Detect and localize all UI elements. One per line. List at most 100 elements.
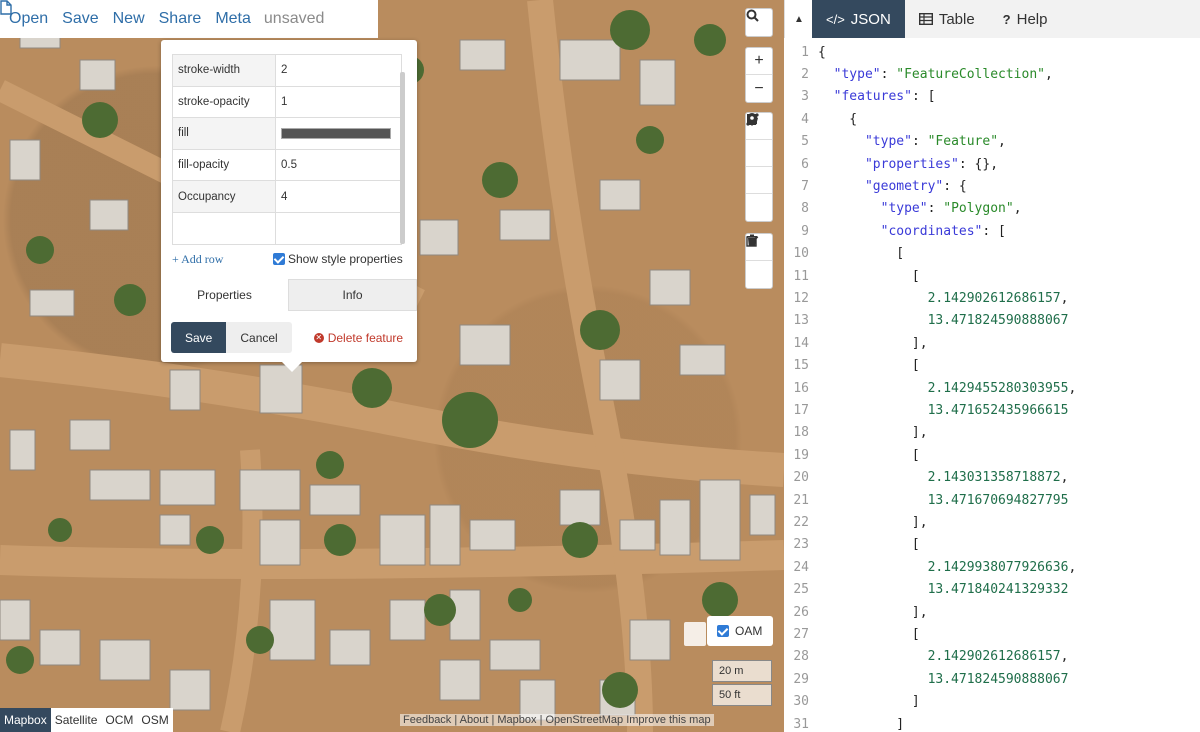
checkbox-icon[interactable]	[717, 625, 729, 637]
delete-feature-button[interactable]: ✕ Delete feature	[313, 331, 403, 345]
code-line[interactable]: 6 "properties": {},	[784, 153, 1200, 175]
zoom-out-button[interactable]: −	[746, 75, 772, 102]
code-text[interactable]: ],	[809, 515, 928, 530]
code-text[interactable]: ],	[809, 425, 928, 440]
code-line[interactable]: 23 [	[784, 534, 1200, 556]
basemap-mapbox[interactable]: Mapbox	[0, 708, 51, 732]
json-editor[interactable]: 1{2 "type": "FeatureCollection", 3 "featu…	[784, 38, 1200, 732]
code-text[interactable]: [	[809, 246, 904, 261]
code-line[interactable]: 2 "type": "FeatureCollection",	[784, 63, 1200, 85]
property-key[interactable]: stroke-width	[172, 54, 276, 87]
code-line[interactable]: 12 2.142902612686157,	[784, 287, 1200, 309]
code-line[interactable]: 4 {	[784, 108, 1200, 130]
code-line[interactable]: 19 [	[784, 444, 1200, 466]
code-text[interactable]: "features": [	[809, 89, 936, 104]
code-line[interactable]: 7 "geometry": {	[784, 175, 1200, 197]
code-text[interactable]: [	[809, 269, 920, 284]
code-text[interactable]: 2.1429938077926636,	[809, 560, 1077, 575]
save-feature-button[interactable]: Save	[171, 322, 227, 353]
code-text[interactable]: 13.471652435966615	[809, 403, 1069, 418]
show-style-checkbox[interactable]: Show style properties	[273, 252, 403, 266]
code-line[interactable]: 9 "coordinates": [	[784, 220, 1200, 242]
code-line[interactable]: 5 "type": "Feature",	[784, 131, 1200, 153]
code-line[interactable]: 14 ],	[784, 332, 1200, 354]
code-line[interactable]: 10 [	[784, 243, 1200, 265]
code-line[interactable]: 21 13.471670694827795	[784, 489, 1200, 511]
properties-scrollbar[interactable]	[400, 72, 405, 244]
save-button[interactable]: Save	[55, 0, 105, 38]
code-text[interactable]: 2.142902612686157,	[809, 649, 1069, 664]
tab-properties[interactable]: Properties	[161, 279, 288, 311]
code-text[interactable]: "type": "Polygon",	[809, 201, 1022, 216]
code-text[interactable]: {	[809, 45, 826, 60]
code-line[interactable]: 31 ]	[784, 713, 1200, 732]
property-value[interactable]	[275, 211, 402, 245]
checkbox-icon[interactable]	[273, 253, 285, 265]
map-canvas[interactable]: Open Save New Share Meta unsaved + − str…	[0, 0, 784, 732]
code-line[interactable]: 20 2.143031358718872,	[784, 467, 1200, 489]
code-line[interactable]: 3 "features": [	[784, 86, 1200, 108]
code-text[interactable]: "geometry": {	[809, 179, 967, 194]
code-line[interactable]: 18 ],	[784, 422, 1200, 444]
oam-toggle[interactable]: OAM	[707, 616, 773, 646]
code-line[interactable]: 25 13.471840241329332	[784, 579, 1200, 601]
map-attribution[interactable]: Feedback | About | Mapbox | OpenStreetMa…	[400, 714, 714, 726]
code-text[interactable]: [	[809, 448, 920, 463]
code-text[interactable]: "type": "FeatureCollection",	[809, 67, 1053, 82]
basemap-osm[interactable]: OSM	[137, 708, 172, 732]
search-button[interactable]	[746, 9, 772, 36]
property-value[interactable]: 4	[275, 180, 402, 213]
property-value[interactable]: 2	[275, 54, 402, 87]
code-text[interactable]: 2.143031358718872,	[809, 470, 1069, 485]
code-text[interactable]: 13.471824590888067	[809, 313, 1069, 328]
code-line[interactable]: 13 13.471824590888067	[784, 310, 1200, 332]
code-text[interactable]: "coordinates": [	[809, 224, 1006, 239]
tab-help[interactable]: ? Help	[989, 0, 1062, 38]
code-line[interactable]: 28 2.142902612686157,	[784, 646, 1200, 668]
code-line[interactable]: 1{	[784, 41, 1200, 63]
zoom-in-button[interactable]: +	[746, 48, 772, 75]
code-line[interactable]: 16 2.1429455280303955,	[784, 377, 1200, 399]
code-text[interactable]: {	[809, 112, 857, 127]
property-key[interactable]: fill	[172, 117, 276, 150]
code-text[interactable]: 2.142902612686157,	[809, 291, 1069, 306]
basemap-ocm[interactable]: OCM	[101, 708, 137, 732]
basemap-satellite[interactable]: Satellite	[51, 708, 102, 732]
code-line[interactable]: 30 ]	[784, 691, 1200, 713]
code-text[interactable]: ]	[809, 694, 920, 709]
draw-rectangle-button[interactable]	[746, 114, 772, 194]
property-value[interactable]: 1	[275, 85, 402, 119]
meta-button[interactable]: Meta	[208, 0, 258, 38]
property-key[interactable]	[172, 211, 276, 245]
code-text[interactable]: [	[809, 537, 920, 552]
code-text[interactable]: 13.471824590888067	[809, 672, 1069, 687]
collapse-pane-button[interactable]: ▲	[794, 14, 804, 25]
code-line[interactable]: 11 [	[784, 265, 1200, 287]
tab-info[interactable]: Info	[288, 279, 417, 311]
code-text[interactable]: [	[809, 627, 920, 642]
draw-polygon-button[interactable]	[746, 114, 772, 167]
code-line[interactable]: 24 2.1429938077926636,	[784, 556, 1200, 578]
code-text[interactable]: ],	[809, 336, 928, 351]
code-text[interactable]: 13.471840241329332	[809, 582, 1069, 597]
property-key[interactable]: Occupancy	[172, 180, 276, 213]
property-value[interactable]: 0.5	[275, 148, 402, 182]
code-line[interactable]: 8 "type": "Polygon",	[784, 198, 1200, 220]
code-line[interactable]: 26 ],	[784, 601, 1200, 623]
property-key[interactable]: stroke-opacity	[172, 85, 276, 119]
fill-color-value[interactable]	[275, 117, 402, 150]
cancel-button[interactable]: Cancel	[226, 322, 292, 353]
code-text[interactable]: "type": "Feature",	[809, 134, 1006, 149]
code-text[interactable]: 2.1429455280303955,	[809, 381, 1077, 396]
code-text[interactable]: 13.471670694827795	[809, 493, 1069, 508]
code-text[interactable]: ],	[809, 605, 928, 620]
property-key[interactable]: fill-opacity	[172, 148, 276, 182]
fill-color-swatch[interactable]	[281, 127, 391, 139]
tab-json[interactable]: </> JSON	[812, 0, 905, 38]
draw-marker-button[interactable]	[746, 113, 772, 221]
tab-table[interactable]: Table	[905, 0, 989, 38]
code-line[interactable]: 15 [	[784, 355, 1200, 377]
share-button[interactable]: Share	[152, 0, 209, 38]
code-text[interactable]: ]	[809, 717, 904, 732]
new-button[interactable]: New	[106, 0, 152, 38]
